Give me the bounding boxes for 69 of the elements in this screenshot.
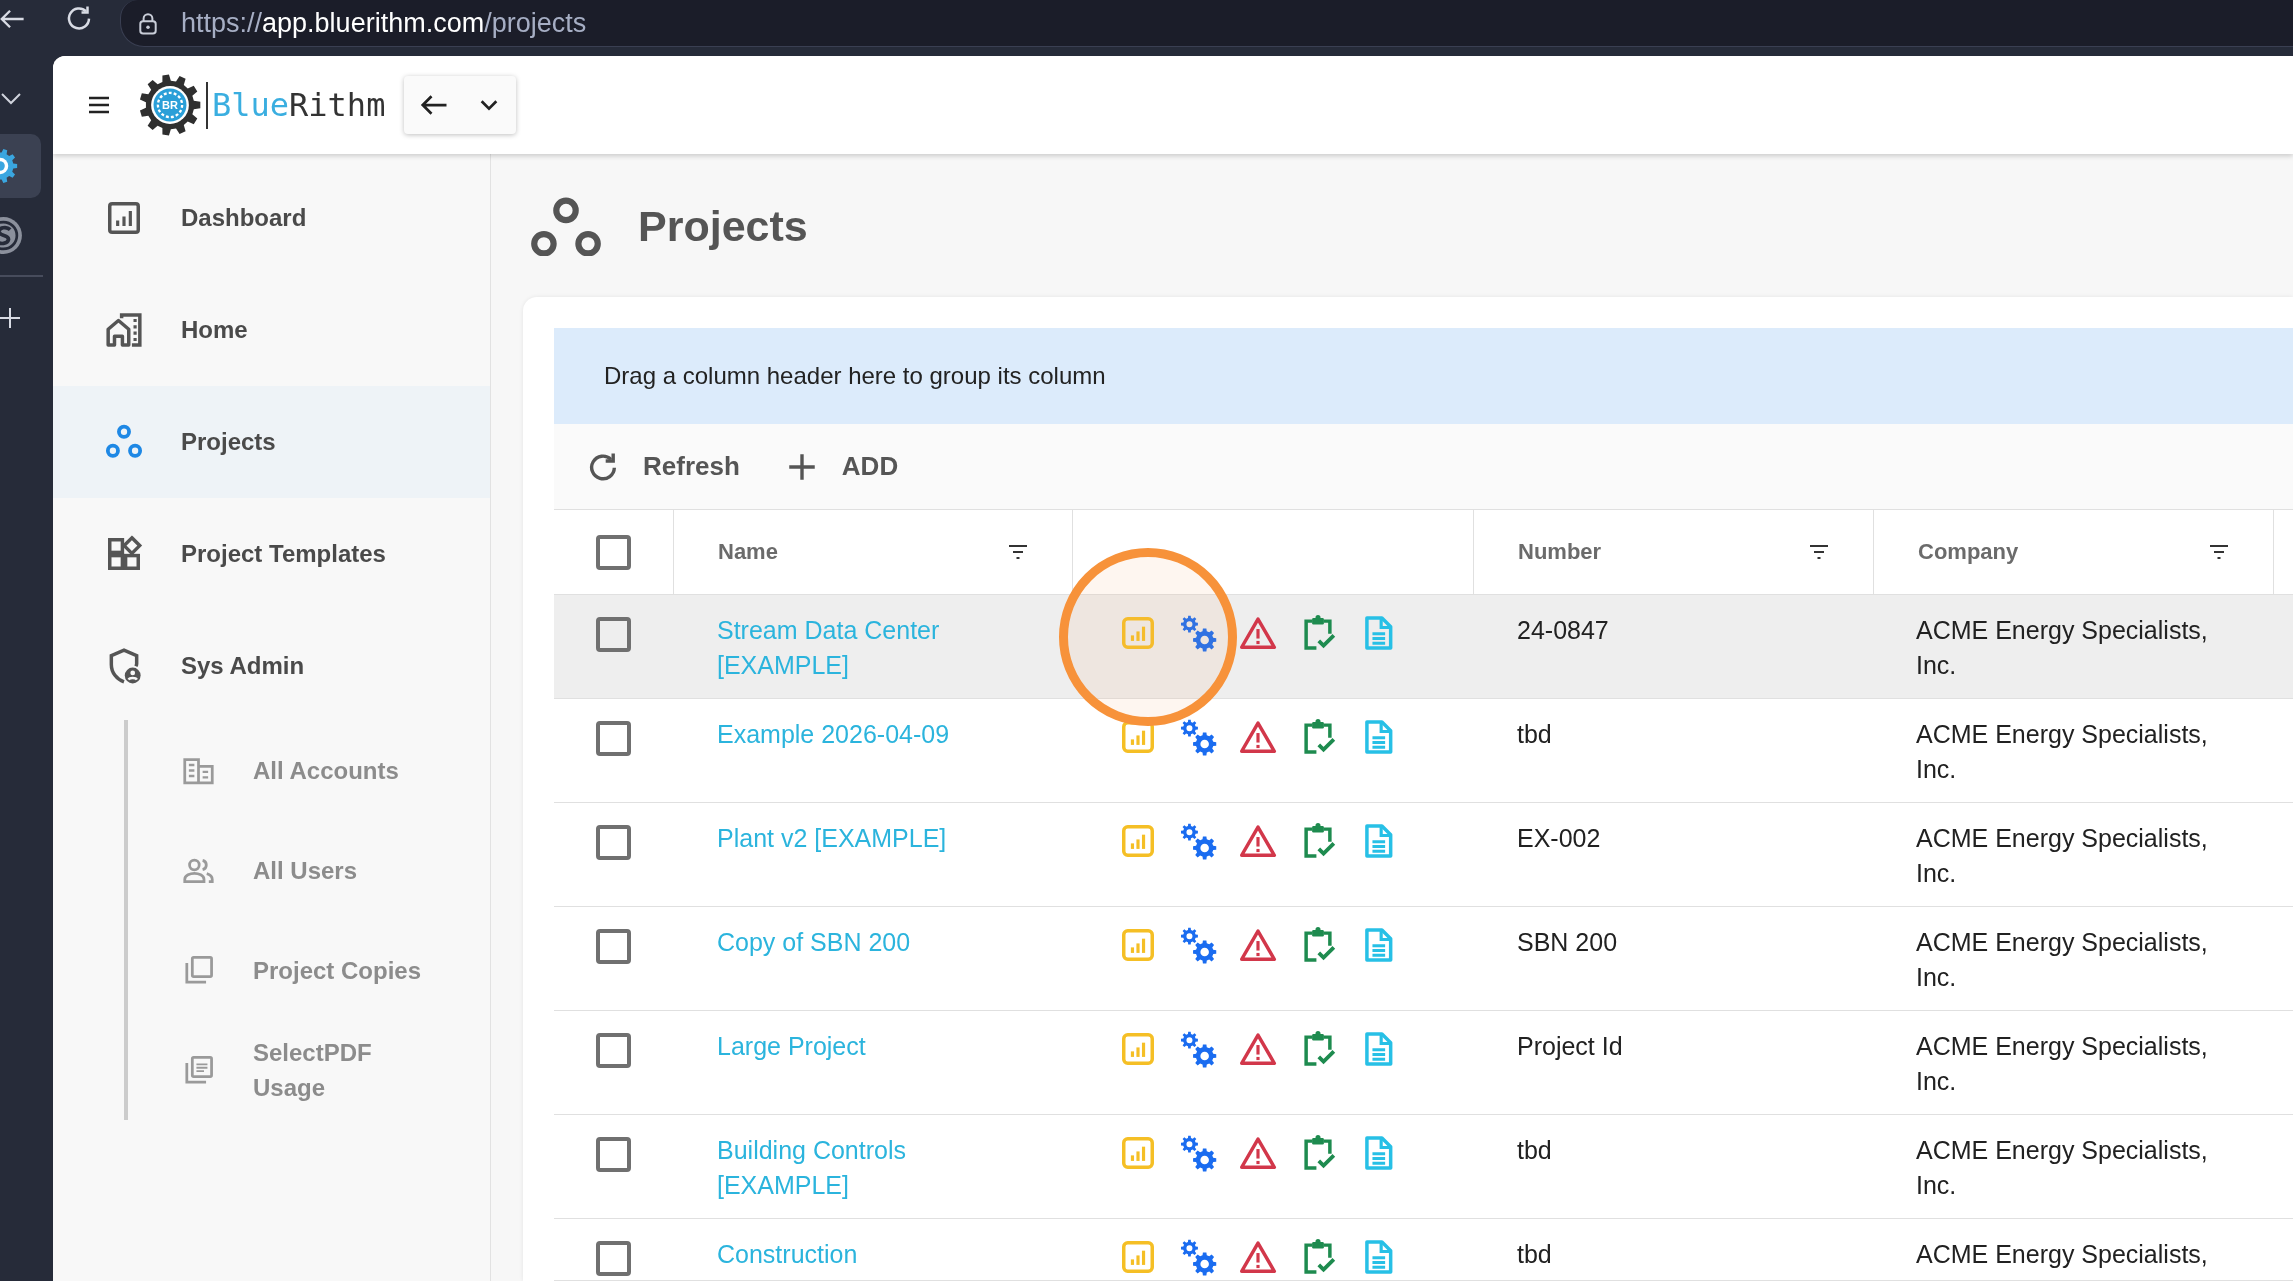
three-circles-icon [531, 196, 601, 256]
logo-wordmark: BlueRithm [212, 86, 386, 124]
warning-icon[interactable] [1239, 614, 1277, 652]
column-header[interactable]: Name [718, 539, 778, 565]
row-checkbox[interactable] [596, 929, 631, 964]
toolbar-button[interactable]: Refresh [570, 436, 756, 497]
plus-icon[interactable] [0, 307, 20, 329]
company-name: ACME Energy Specialists, Inc. [1916, 824, 2208, 887]
project-number: tbd [1517, 720, 1552, 748]
project-number: 24-0847 [1517, 616, 1609, 644]
page-title: Projects [638, 201, 808, 251]
gears-icon[interactable] [1179, 926, 1217, 964]
sidebar-item[interactable]: Project Templates [53, 498, 490, 610]
project-number: tbd [1517, 1240, 1552, 1268]
row-checkbox[interactable] [596, 617, 631, 652]
sidebar-item[interactable]: Dashboard [53, 162, 490, 274]
company-name: ACME Energy Specialists, Inc. [1916, 1136, 2208, 1199]
circle-logo-icon [0, 216, 22, 254]
gears-icon[interactable] [1179, 1134, 1217, 1172]
project-number: tbd [1517, 1136, 1552, 1164]
project-number: EX-002 [1517, 824, 1601, 852]
copy-icon [182, 953, 215, 987]
row-checkbox[interactable] [596, 1241, 631, 1276]
logo-initials: BR [162, 99, 178, 111]
warning-icon[interactable] [1239, 1134, 1277, 1172]
warning-icon[interactable] [1239, 718, 1277, 756]
document-stack-icon [182, 1053, 215, 1087]
company-name: ACME Energy Specialists, Inc. [1916, 616, 2208, 679]
gears-icon[interactable] [1179, 1030, 1217, 1068]
shapes-grid-icon [105, 535, 143, 573]
row-checkbox[interactable] [596, 1033, 631, 1068]
sidebar-item[interactable]: Projects [53, 386, 490, 498]
warning-icon[interactable] [1239, 822, 1277, 860]
sidebar-item[interactable]: Home [53, 274, 490, 386]
company-name: ACME Energy Specialists, Inc. [1916, 1032, 2208, 1095]
sidebar-subitem[interactable]: All Accounts [128, 720, 490, 820]
column-header[interactable]: Company [1918, 539, 2019, 565]
select-all-checkbox[interactable] [596, 534, 631, 570]
gears-icon[interactable] [1179, 718, 1217, 756]
bar-chart-icon [105, 199, 143, 237]
browser-tab[interactable] [0, 134, 41, 198]
sidebar-item[interactable]: Sys Admin [53, 610, 490, 722]
three-circles-icon [105, 423, 143, 461]
project-number: Project Id [1517, 1032, 1623, 1060]
address-bar[interactable]: https://app.bluerithm.com/projects [120, 0, 2293, 47]
lock-icon [137, 10, 159, 36]
warning-icon[interactable] [1239, 1238, 1277, 1276]
warning-icon[interactable] [1239, 1030, 1277, 1068]
gear-logo-icon [139, 74, 201, 136]
gear-icon [0, 148, 18, 184]
house-building-icon [105, 311, 143, 349]
group-drop-zone: Drag a column header here to group its column [554, 328, 2293, 424]
row-checkbox[interactable] [596, 721, 631, 756]
sidebar-subitem[interactable]: Project Copies [128, 920, 490, 1020]
project-number: SBN 200 [1517, 928, 1618, 956]
company-name: ACME Energy Specialists, [1916, 1240, 2208, 1268]
row-checkbox[interactable] [596, 1137, 631, 1172]
row-checkbox[interactable] [596, 825, 631, 860]
gears-icon[interactable] [1179, 822, 1217, 860]
sidebar-subitem[interactable]: All Users [128, 820, 490, 920]
gears-icon[interactable] [1179, 614, 1217, 652]
company-name: ACME Energy Specialists, Inc. [1916, 928, 2208, 991]
column-header[interactable]: Number [1518, 539, 1602, 565]
toolbar-button[interactable]: ADD [768, 436, 915, 497]
url-text: https://app.bluerithm.com/projects [181, 7, 587, 39]
warning-icon[interactable] [1239, 926, 1277, 964]
company-name: ACME Energy Specialists, Inc. [1916, 720, 2208, 783]
sidebar-subitem[interactable]: SelectPDF Usage [128, 1020, 490, 1120]
gears-icon[interactable] [1179, 1238, 1217, 1276]
